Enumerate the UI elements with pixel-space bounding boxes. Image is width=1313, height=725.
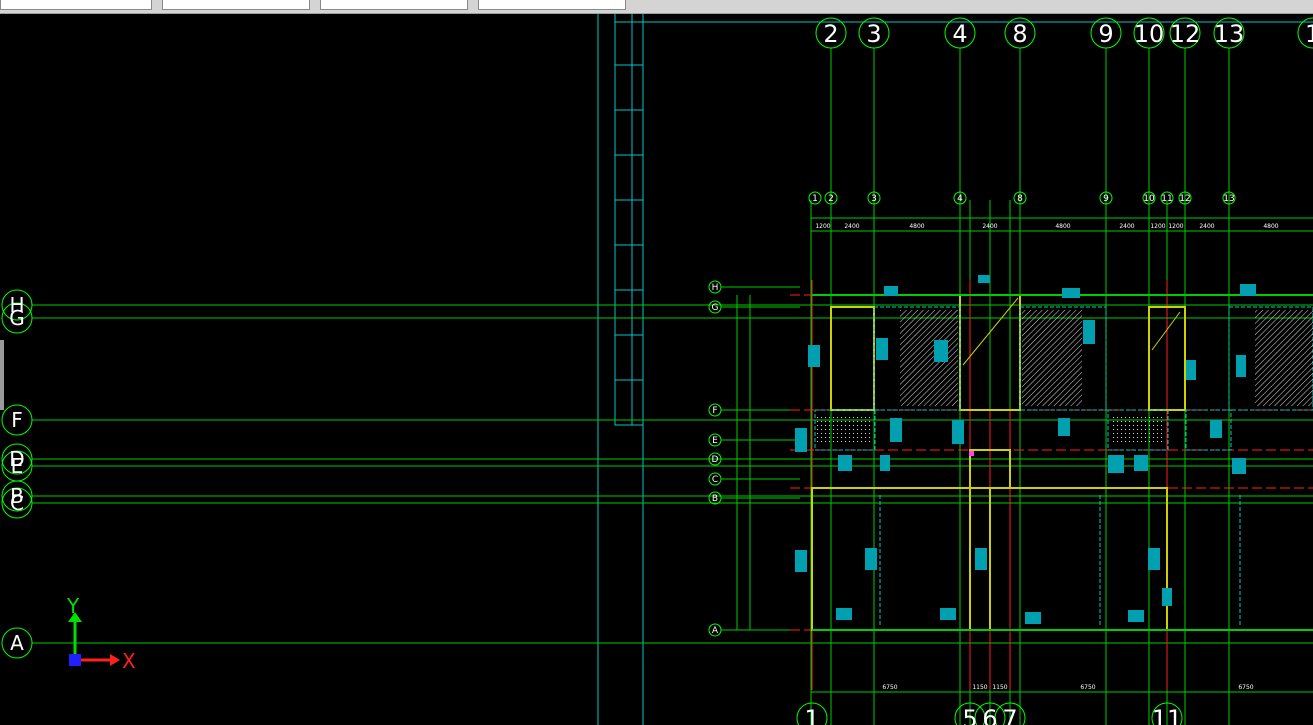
plan-label-left: D (712, 455, 719, 465)
grid-label-left: E (11, 454, 24, 478)
grid-label-left: G (9, 306, 25, 330)
plan-label-left: B (712, 494, 718, 504)
toolbar (0, 0, 1313, 14)
plan-label-left: A (712, 626, 719, 636)
grid-label-top: 10 (1134, 20, 1165, 48)
dim-label: 6750 (1238, 684, 1253, 691)
grid-label-bottom: 6 (982, 705, 997, 725)
plan-label-left: F (712, 406, 717, 416)
grid-label-top: 8 (1012, 20, 1027, 48)
dim-label: 1150 (972, 684, 987, 691)
grid-label-left: A (10, 631, 24, 655)
grid-label-top: 1 (1305, 20, 1313, 48)
plan-label-top: 1 (812, 194, 818, 204)
plan-label-left: H (712, 283, 719, 293)
grid-label-top: 13 (1214, 20, 1245, 48)
dim-label: 1200 (1150, 223, 1165, 230)
dim-label: 4800 (1263, 223, 1278, 230)
linetype-dropdown[interactable] (320, 0, 468, 10)
plan-label-left: C (712, 475, 718, 485)
color-dropdown[interactable] (162, 0, 310, 10)
grid-label-bottom: 7 (1002, 705, 1017, 725)
dim-label: 6750 (882, 684, 897, 691)
dim-label: 1200 (1168, 223, 1183, 230)
plan-label-left: G (712, 303, 719, 313)
grid-label-bottom: 11 (1152, 705, 1183, 725)
dim-label: 6750 (1080, 684, 1095, 691)
plan-label-top: 9 (1103, 194, 1109, 204)
grid-label-left: F (11, 408, 23, 432)
lineweight-dropdown[interactable] (478, 0, 626, 10)
dim-label: 1150 (992, 684, 1007, 691)
drawing-canvas[interactable]: 2 3 4 8 9 10 12 13 1 1 5 6 7 11 H G F D … (0, 14, 1313, 725)
dim-label: 2400 (982, 223, 997, 230)
grid-label-top: 12 (1170, 20, 1201, 48)
dim-label: 2400 (1119, 223, 1134, 230)
grid-label-top: 9 (1098, 20, 1113, 48)
plan-label-top: 4 (957, 194, 963, 204)
dim-label: 4800 (909, 223, 924, 230)
ucs-y-label: Y (66, 594, 80, 618)
layer-dropdown[interactable] (0, 0, 152, 10)
grid-label-top: 3 (866, 20, 881, 48)
plan-label-top: 2 (828, 194, 834, 204)
grid-label-top: 4 (952, 20, 967, 48)
plan-label-top: 3 (871, 194, 877, 204)
plan-label-top: 10 (1143, 194, 1155, 204)
grid-label-top: 2 (823, 20, 838, 48)
dim-label: 4800 (1055, 223, 1070, 230)
side-panel-handle[interactable] (0, 340, 4, 410)
plan-label-top: 13 (1223, 194, 1234, 204)
plan-label-top: 12 (1179, 194, 1190, 204)
grid-label-bottom: 5 (962, 705, 977, 725)
dim-label: 2400 (1199, 223, 1214, 230)
dim-label: 2400 (844, 223, 859, 230)
grid-label-left: C (10, 491, 24, 515)
grid-label-bottom: 1 (804, 705, 819, 725)
ucs-x-label: X (122, 649, 136, 673)
plan-label-top: 8 (1017, 194, 1023, 204)
plan-label-top: 11 (1161, 194, 1172, 204)
dim-label: 1200 (815, 223, 830, 230)
plan-label-left: E (712, 436, 718, 446)
